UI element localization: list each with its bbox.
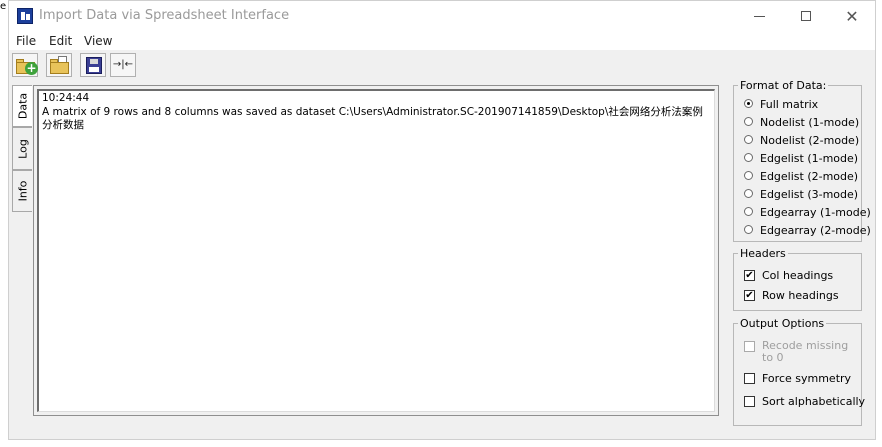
radio-label: Nodelist (1-mode) [760, 116, 860, 129]
radio-icon [744, 153, 753, 162]
radio-icon [744, 171, 753, 180]
radio-icon [744, 135, 753, 144]
tab-log-label: Log [16, 138, 29, 159]
open-button[interactable] [46, 53, 72, 77]
tab-log[interactable]: Log [12, 127, 32, 170]
tab-info-label: Info [16, 180, 29, 202]
checkbox-icon [744, 396, 755, 407]
radio-label: Edgelist (1-mode) [760, 152, 859, 165]
output-group-title: Output Options [738, 317, 827, 330]
checkbox-icon [744, 373, 755, 384]
menu-edit[interactable]: Edit [49, 34, 72, 48]
save-disk-icon [86, 57, 102, 74]
format-of-data-group: Format of Data: Full matrix Nodelist (1-… [733, 80, 871, 242]
tab-data-label: Data [16, 92, 29, 120]
title-bar: Import Data via Spreadsheet Interface ✕ [9, 1, 875, 32]
close-button[interactable]: ✕ [829, 1, 875, 32]
checkmark-icon: ✔ [744, 270, 755, 281]
close-icon: ✕ [845, 7, 859, 26]
menu-bar: File Edit View [9, 32, 875, 50]
radio-icon [744, 207, 753, 216]
recode-missing-label: Recode missing to 0 [762, 339, 849, 364]
menu-view[interactable]: View [84, 34, 112, 48]
headers-group-title: Headers [738, 247, 788, 260]
radio-label: Full matrix [760, 98, 819, 111]
fit-arrows-icon: →|← [112, 59, 134, 70]
log-message: A matrix of 9 rows and 8 columns was sav… [42, 105, 703, 132]
fit-button[interactable]: →|← [110, 53, 136, 77]
save-button[interactable] [80, 53, 106, 77]
plus-icon: + [25, 61, 38, 75]
radio-icon [744, 189, 753, 198]
radio-icon [744, 225, 753, 234]
corner-text: e [0, 1, 7, 12]
maximize-button[interactable] [783, 1, 829, 32]
checkmark-icon: ✔ [744, 290, 755, 301]
radio-selected-icon [744, 99, 753, 108]
import-window: Import Data via Spreadsheet Interface ✕ … [8, 0, 876, 440]
row-headings-label: Row headings [762, 289, 839, 302]
sort-alphabetically-label: Sort alphabetically [762, 395, 866, 408]
log-panel: 10:24:44 A matrix of 9 rows and 8 column… [33, 85, 719, 416]
headers-group: Headers ✔ Col headings ✔ Row headings [733, 248, 862, 311]
minimize-button[interactable] [737, 1, 783, 32]
side-tabs: Data Log Info [12, 85, 32, 212]
new-button[interactable]: + [12, 53, 38, 77]
tab-data[interactable]: Data [12, 85, 32, 127]
app-icon [17, 8, 33, 24]
folder-open-icon [50, 62, 69, 74]
output-options-group: Output Options Recode missing to 0 Force… [733, 318, 866, 426]
log-timestamp: 10:24:44 [42, 92, 90, 104]
radio-icon [744, 117, 753, 126]
log-textbox[interactable]: 10:24:44 A matrix of 9 rows and 8 column… [37, 89, 715, 412]
checkbox-icon [744, 341, 755, 352]
force-symmetry-label: Force symmetry [762, 372, 852, 385]
toolbar: + →|← [9, 50, 875, 80]
menu-file[interactable]: File [16, 34, 36, 48]
radio-label: Nodelist (2-mode) [760, 134, 860, 147]
tab-info[interactable]: Info [12, 170, 32, 212]
radio-label: Edgearray (1-mode) [760, 206, 871, 219]
col-headings-label: Col headings [762, 269, 834, 282]
format-group-title: Format of Data: [738, 79, 829, 92]
window-title: Import Data via Spreadsheet Interface [39, 8, 290, 23]
radio-label: Edgearray (2-mode) [760, 224, 871, 237]
radio-label: Edgelist (3-mode) [760, 188, 859, 201]
radio-label: Edgelist (2-mode) [760, 170, 859, 183]
